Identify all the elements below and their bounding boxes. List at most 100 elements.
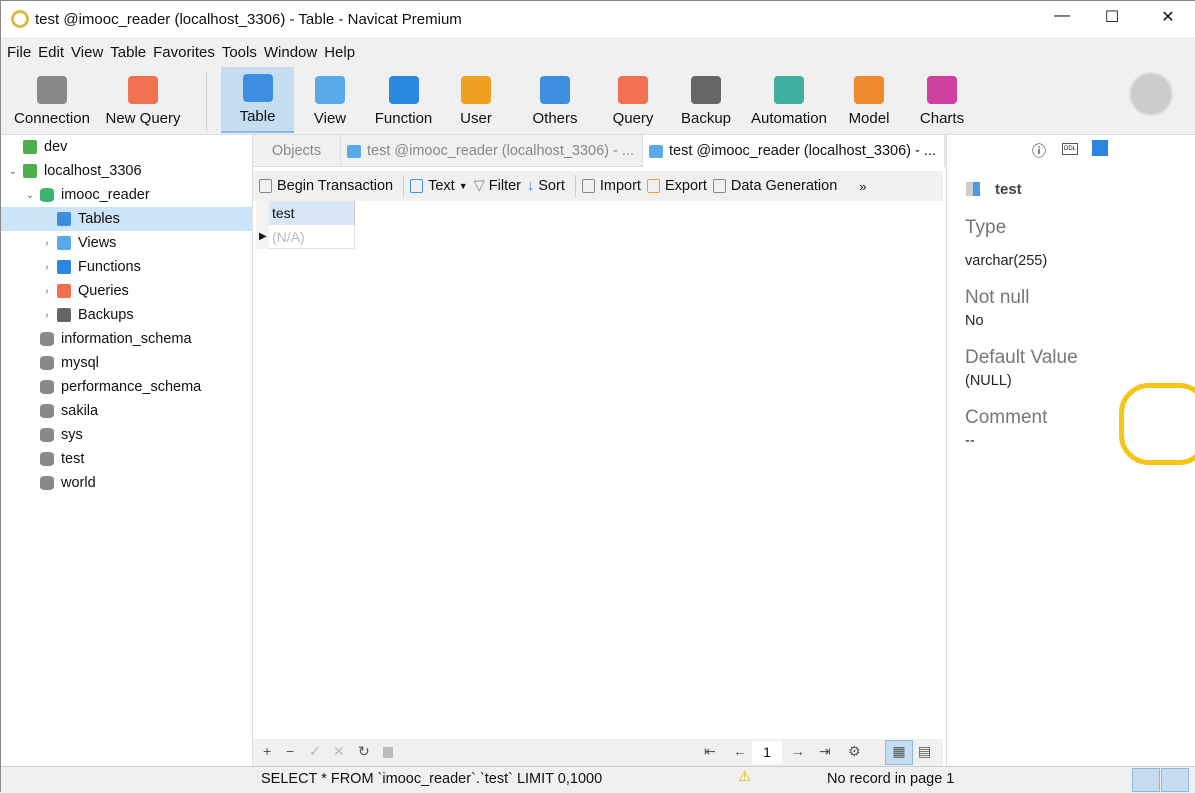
tab-objects[interactable]: Objects	[253, 135, 341, 167]
tree-item-tables[interactable]: Tables	[1, 207, 252, 231]
chevron-down-icon[interactable]: ⌄	[24, 190, 36, 201]
database-icon	[40, 476, 54, 490]
chevron-right-icon[interactable]: ›	[41, 262, 53, 273]
export-button[interactable]: Export	[646, 178, 707, 194]
menu-view[interactable]: View	[71, 44, 103, 61]
chevron-right-icon[interactable]: ›	[41, 310, 53, 321]
grid-cell[interactable]: (N/A)	[269, 225, 355, 249]
add-record-button[interactable]: +	[263, 743, 271, 759]
stop-button[interactable]	[383, 747, 393, 758]
menu-tools[interactable]: Tools	[222, 44, 257, 61]
tree-item-performance_schema[interactable]: performance_schema	[1, 375, 252, 399]
tab-table-data[interactable]: test @imooc_reader (localhost_3306) - ..…	[643, 135, 945, 167]
tree-item-sakila[interactable]: sakila	[1, 399, 252, 423]
toolbar-automation-button[interactable]: Automation	[745, 67, 833, 133]
filter-button[interactable]: ▽ Filter	[474, 178, 521, 194]
data-generation-button[interactable]: Data Generation	[712, 178, 837, 194]
tree-item-queries[interactable]: › Queries	[1, 279, 252, 303]
discard-button[interactable]: ✕	[333, 743, 345, 760]
first-page-button[interactable]: ⇤	[704, 743, 716, 760]
tree-item-information_schema[interactable]: information_schema	[1, 327, 252, 351]
tree-item-sys[interactable]: sys	[1, 423, 252, 447]
delete-record-button[interactable]: −	[286, 743, 294, 759]
toolbar-model-button[interactable]: Model	[839, 67, 899, 133]
menu-edit[interactable]: Edit	[38, 44, 64, 61]
form-view-button[interactable]: ▤	[918, 743, 931, 760]
grid-bottom-bar: + − ✓ ✕ ↻ ⇤ ← 1 → ⇥ ⚙ ▦ ▤	[253, 739, 943, 766]
filter-icon: ▽	[473, 178, 485, 194]
database-icon	[40, 332, 54, 346]
toolbar-query-button[interactable]: Query	[604, 67, 662, 133]
chevron-down-icon[interactable]: ⌄	[7, 166, 19, 177]
tree-item-label: world	[61, 475, 96, 491]
tree-item-world[interactable]: world	[1, 471, 252, 495]
field-name: test	[995, 181, 1022, 198]
chevron-right-icon[interactable]: ›	[41, 238, 53, 249]
tree-item-backups[interactable]: › Backups	[1, 303, 252, 327]
import-button[interactable]: Import	[581, 178, 641, 194]
label: Text	[428, 178, 455, 194]
begin-transaction-button[interactable]: Begin Transaction	[259, 178, 393, 194]
toolbar-function-button[interactable]: Function	[366, 67, 441, 133]
field-view-icon[interactable]	[1092, 140, 1108, 156]
tree-item-label: localhost_3306	[44, 163, 142, 179]
toolbar-connection-button[interactable]: Connection	[6, 67, 98, 133]
toolbar-view-button[interactable]: View	[301, 67, 359, 133]
tree-item-imooc_reader[interactable]: ⌄ imooc_reader	[1, 183, 252, 207]
settings-gear-icon[interactable]: ⚙	[848, 743, 861, 760]
toolbar-user-button[interactable]: User	[447, 67, 505, 133]
toggle-left-panel-button[interactable]	[1132, 768, 1160, 792]
info-icon[interactable]: ⓘ	[1032, 141, 1046, 161]
apply-button[interactable]: ✓	[309, 743, 321, 760]
grid-view-button[interactable]: ▦	[885, 740, 913, 765]
database-icon	[40, 404, 54, 418]
database-icon	[40, 356, 54, 370]
last-page-button[interactable]: ⇥	[819, 743, 831, 760]
tree-item-test[interactable]: test	[1, 447, 252, 471]
tree-item-label: Views	[78, 235, 117, 251]
column-header[interactable]: test	[269, 201, 355, 225]
avatar[interactable]	[1129, 72, 1173, 116]
close-button[interactable]: ✕	[1153, 7, 1183, 27]
tree-item-views[interactable]: › Views	[1, 231, 252, 255]
page-number-input[interactable]: 1	[752, 741, 782, 764]
menu-file[interactable]: File	[7, 44, 31, 61]
menu-favorites[interactable]: Favorites	[153, 44, 215, 61]
toolbar-table-button[interactable]: Table	[221, 67, 294, 133]
views-icon	[57, 236, 71, 250]
tree-item-mysql[interactable]: mysql	[1, 351, 252, 375]
new-query-icon	[128, 76, 158, 104]
functions-icon	[57, 260, 71, 274]
default-value-label: Default Value	[965, 347, 1078, 368]
toolbar-new-query-button[interactable]: New Query	[99, 67, 187, 133]
tree-item-label: information_schema	[61, 331, 192, 347]
table-icon	[242, 74, 273, 102]
tab-table-design[interactable]: test @imooc_reader (localhost_3306) - ..…	[341, 135, 643, 167]
toolbar-charts-button[interactable]: Charts	[909, 67, 975, 133]
ddl-icon[interactable]: DDL	[1062, 143, 1079, 155]
minimize-button[interactable]: —	[1047, 7, 1077, 25]
toolbar-others-button[interactable]: Others	[523, 67, 587, 133]
data-grid[interactable]: test ▶ (N/A)	[256, 201, 943, 739]
menu-help[interactable]: Help	[324, 44, 355, 61]
ime-widget-icon[interactable]	[1119, 383, 1195, 465]
label: Sort	[538, 178, 565, 194]
toggle-right-panel-button[interactable]	[1161, 768, 1189, 792]
chevron-right-icon[interactable]: ›	[41, 286, 53, 297]
text-button[interactable]: Text ▼	[410, 178, 468, 194]
refresh-button[interactable]: ↻	[358, 743, 370, 760]
toolbar-backup-button[interactable]: Backup	[673, 67, 739, 133]
menu-window[interactable]: Window	[264, 44, 317, 61]
next-page-button[interactable]: →	[791, 743, 805, 759]
menu-table[interactable]: Table	[110, 44, 146, 61]
prev-page-button[interactable]: ←	[733, 743, 747, 759]
tree-item-functions[interactable]: › Functions	[1, 255, 252, 279]
toolbar-label: Model	[848, 110, 890, 127]
info-panel: ⓘ DDL test Type varchar(255) Not null No…	[946, 135, 1195, 766]
more-button[interactable]: »	[859, 179, 866, 194]
tree-item-localhost_3306[interactable]: ⌄ localhost_3306	[1, 159, 252, 183]
tree-item-dev[interactable]: dev	[1, 135, 252, 159]
sort-button[interactable]: ↓ Sort	[527, 178, 565, 194]
type-value: varchar(255)	[965, 253, 1048, 269]
maximize-button[interactable]: ☐	[1097, 7, 1127, 27]
